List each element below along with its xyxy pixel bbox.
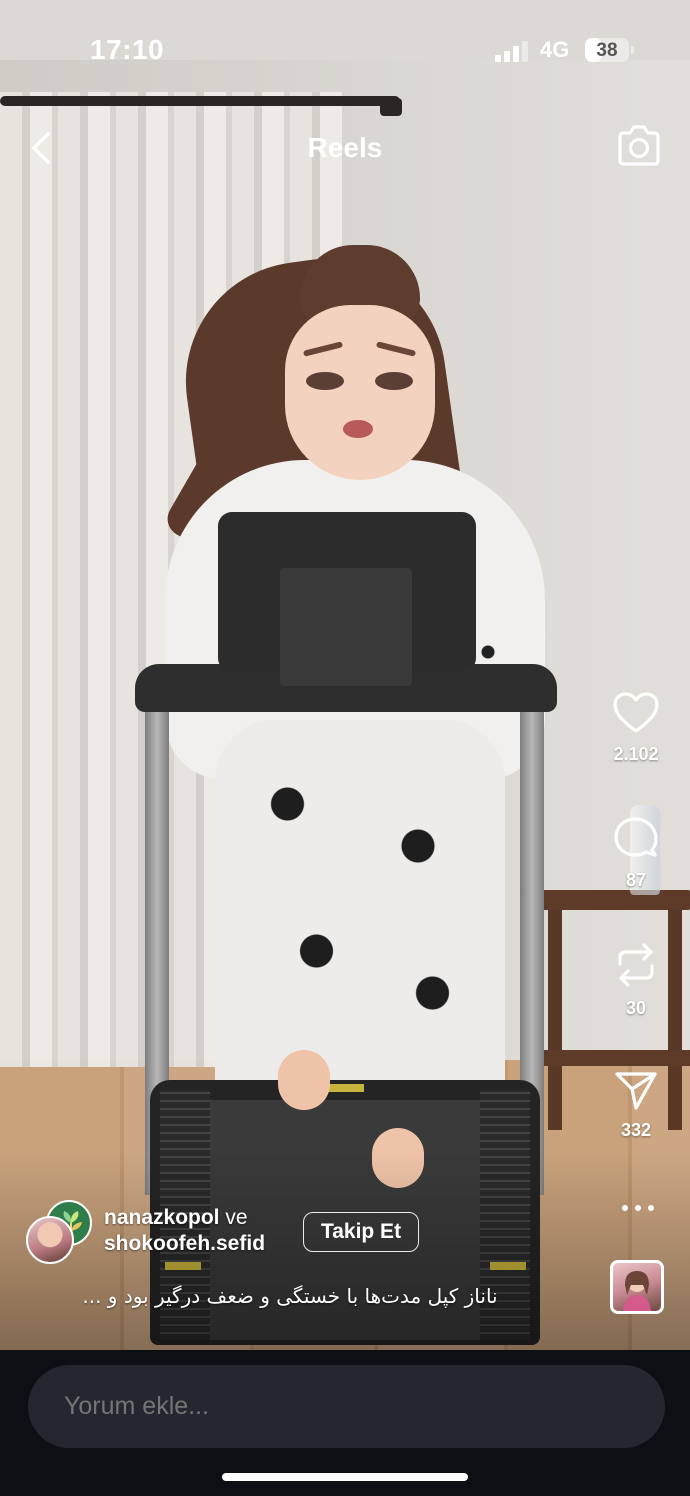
more-dot [635, 1205, 641, 1211]
character-eye [375, 372, 413, 390]
follow-button[interactable]: Takip Et [303, 1212, 419, 1252]
character-panda-pajama-pants [215, 720, 505, 1140]
author-joiner: ve [225, 1206, 248, 1229]
more-dot [622, 1205, 628, 1211]
status-bar: 17:10 4G 38 [0, 0, 690, 100]
comment-count: 87 [625, 870, 647, 890]
camera-icon [618, 125, 660, 166]
like-action[interactable]: 2.102 [600, 690, 672, 765]
comment-bubble-icon [614, 817, 658, 857]
like-count: 2.102 [613, 744, 659, 764]
comment-action[interactable]: 87 [600, 814, 672, 891]
status-time: 17:10 [90, 34, 165, 65]
avatar[interactable] [26, 1216, 74, 1264]
signal-icon [495, 40, 529, 62]
repost-icon [618, 943, 654, 987]
page-title: Reels [307, 132, 383, 163]
collaborator-username[interactable]: shokoofeh.sefid [104, 1232, 265, 1255]
character-mouth [343, 420, 373, 438]
more-dot [648, 1205, 654, 1211]
audio-thumbnail[interactable] [610, 1260, 664, 1314]
chevron-left-icon [32, 132, 50, 164]
repost-action[interactable]: 30 [600, 940, 672, 1019]
author-avatars[interactable] [26, 1200, 96, 1270]
camera-button[interactable] [612, 122, 666, 172]
audio-avatar-icon [623, 1271, 651, 1311]
battery-level-text: 38 [596, 40, 618, 61]
character-face [285, 305, 435, 480]
curtain-rod-end [380, 98, 402, 116]
author-username[interactable]: nanazkopol [104, 1206, 220, 1229]
reel-caption[interactable]: ناناز کپل مدت‌ها با خستگی و ضعف درگیر بو… [60, 1284, 520, 1308]
battery-tip [631, 46, 634, 54]
battery-icon: 38 [585, 38, 629, 62]
character-foot [278, 1050, 330, 1110]
share-count: 332 [620, 1120, 652, 1140]
author-names[interactable]: nanazkopol ve shokoofeh.sefid [104, 1205, 265, 1257]
heart-icon [613, 692, 659, 733]
treadmill-marker [328, 1084, 364, 1092]
network-type: 4G [540, 37, 570, 62]
send-icon [615, 1072, 657, 1110]
home-indicator[interactable] [222, 1473, 468, 1481]
share-action[interactable]: 332 [600, 1068, 672, 1141]
back-button[interactable] [22, 125, 62, 171]
repost-count: 30 [625, 998, 647, 1018]
treadmill-console-box [280, 568, 412, 686]
character-eye [306, 372, 344, 390]
more-options-button[interactable] [616, 1196, 660, 1220]
comment-input[interactable] [28, 1365, 665, 1448]
reel-video[interactable] [0, 0, 690, 1350]
